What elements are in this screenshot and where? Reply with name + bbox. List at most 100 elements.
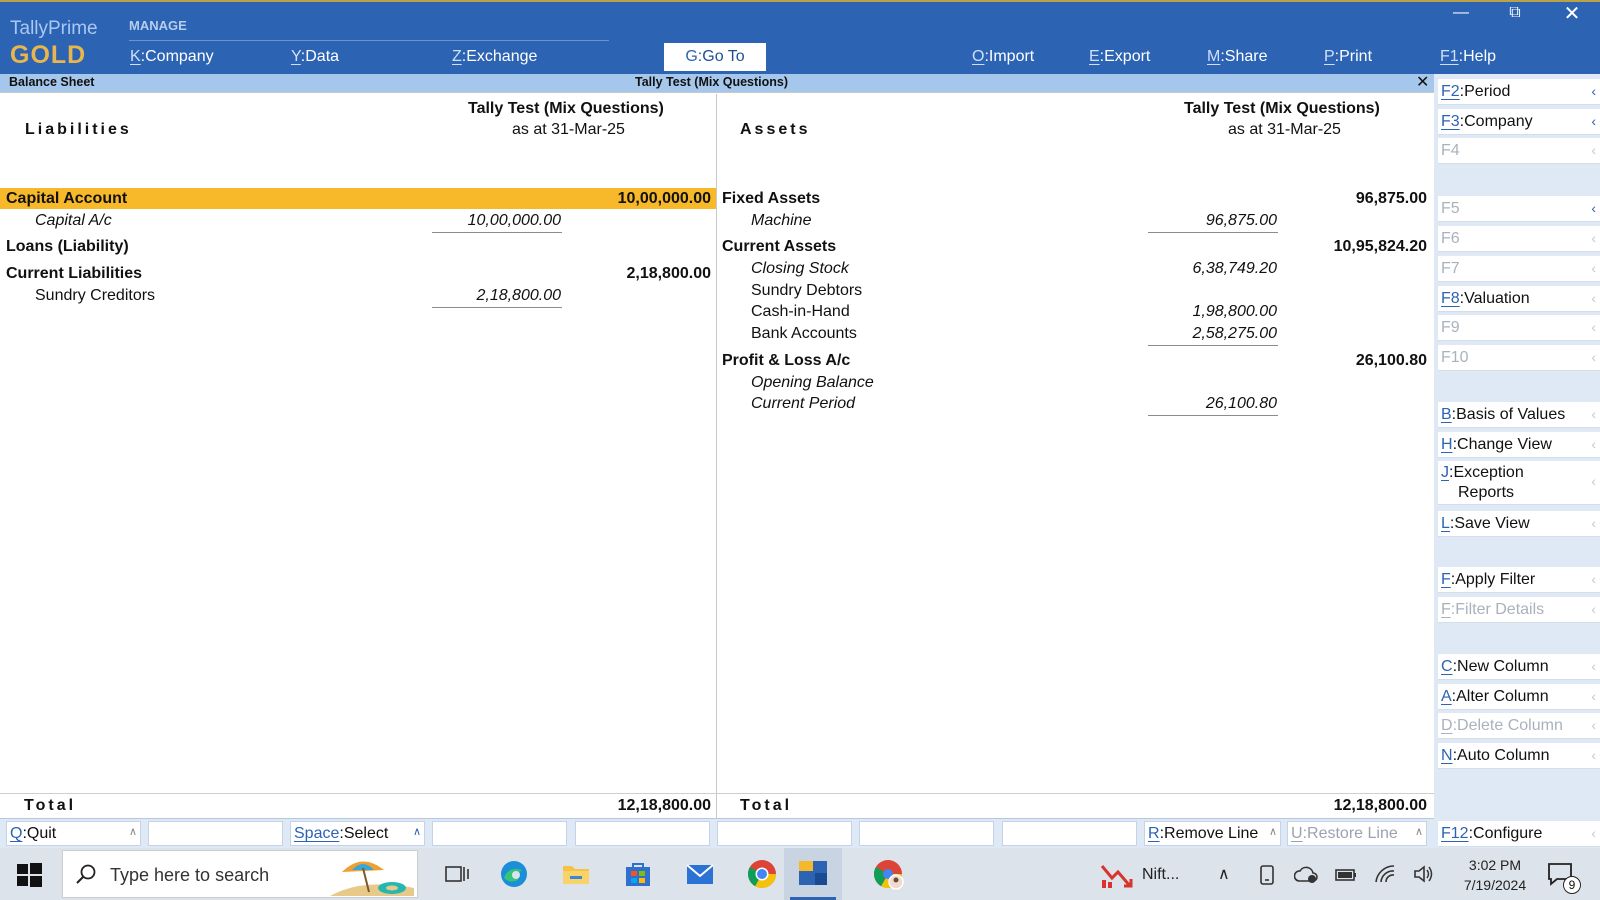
ledger-closing-stock[interactable]: Closing Stock [751,260,849,278]
f5-button: F5 ‹ [1438,196,1600,222]
current-period-value: 26,100.80 [1205,395,1277,412]
capital-ac-value: 10,00,000.00 [467,212,561,229]
group-capital-account[interactable]: Capital Account [6,190,127,208]
ledger-machine[interactable]: Machine [751,212,811,230]
menu-label: Company [145,48,214,65]
report-name: Balance Sheet [9,75,95,89]
mail-icon[interactable] [684,858,716,890]
period-button[interactable]: F2:Period ‹ [1438,79,1600,105]
machine-value: 96,875.00 [1205,212,1277,229]
ledger-capital-ac[interactable]: Capital A/c [35,212,112,230]
chevron-up-icon[interactable]: ∧ [1218,864,1230,884]
file-explorer-icon[interactable] [560,858,592,890]
minimize-icon[interactable]: — [1447,4,1475,22]
menu-export[interactable]: E:Export [1089,48,1150,66]
company-button[interactable]: F3:Company ‹ [1438,109,1600,135]
button-label: New Column [1457,658,1549,675]
tablet-icon[interactable] [1257,864,1277,886]
f6-button: F6 ‹ [1438,226,1600,252]
basis-of-values-button[interactable]: B:Basis of Values ‹ [1438,402,1600,428]
stock-chart-icon[interactable] [1100,860,1134,890]
chevron-left-icon: ‹ [1591,747,1596,763]
apply-filter-button[interactable]: F:Apply Filter ‹ [1438,567,1600,593]
button-label: Reports [1458,484,1515,501]
key-hint: F [1441,601,1451,618]
restore-line-button[interactable]: U:Restore Line ∧ [1287,821,1427,846]
chevron-left-icon: ‹ [1591,515,1596,531]
change-view-button[interactable]: H:Change View ‹ [1438,432,1600,458]
clock-time: 3:02 PM [1468,857,1522,873]
group-fixed-assets[interactable]: Fixed Assets [722,190,820,208]
menu-label: Exchange [466,48,538,65]
task-view-icon[interactable] [440,858,472,890]
group-loans-liability[interactable]: Loans (Liability) [6,238,129,256]
key-hint: F3 [1441,113,1460,130]
battery-icon[interactable] [1334,866,1358,884]
group-current-liabilities[interactable]: Current Liabilities [6,265,142,283]
ledger-opening-balance[interactable]: Opening Balance [751,374,874,392]
system-clock[interactable]: 3:02 PM 7/19/2024 [1455,855,1535,895]
chevron-left-icon: ‹ [1591,83,1596,99]
ledger-cash-in-hand[interactable]: Cash-in-Hand [751,303,850,321]
menu-exchange[interactable]: Z:Exchange [452,48,537,66]
empty-button [1002,821,1137,846]
button-label: Auto Column [1457,747,1550,764]
menu-import[interactable]: O:Import [972,48,1034,66]
select-button[interactable]: Space:Select ∧ [290,821,425,846]
new-column-button[interactable]: C:New Column ‹ [1438,654,1600,680]
auto-column-button[interactable]: N:Auto Column ‹ [1438,743,1600,769]
key-hint: F5 [1441,200,1460,217]
chrome-profile-icon[interactable] [872,858,904,890]
valuation-button[interactable]: F8:Valuation ‹ [1438,286,1600,312]
chevron-left-icon: ‹ [1591,290,1596,306]
menu-label: Export [1104,48,1151,65]
group-profit-loss[interactable]: Profit & Loss A/c [722,352,850,370]
save-view-button[interactable]: L:Save View ‹ [1438,511,1600,537]
button-label: Change View [1457,436,1552,453]
ledger-current-period[interactable]: Current Period [751,395,855,413]
button-label: Company [1464,113,1533,130]
empty-button [575,821,710,846]
menu-label: Data [305,48,340,65]
wifi-icon[interactable] [1374,864,1396,884]
configure-button[interactable]: F12:Configure ‹ [1438,821,1600,847]
delete-column-button: D:Delete Column ‹ [1438,713,1600,739]
group-current-assets[interactable]: Current Assets [722,238,836,256]
restore-icon[interactable]: ⧉ [1501,4,1529,22]
key-hint: A [1441,688,1452,705]
menu-company[interactable]: K:Company [130,48,214,66]
tallyprime-taskbar-icon[interactable] [797,857,829,889]
chevron-left-icon: ‹ [1591,601,1596,617]
volume-icon[interactable] [1412,864,1434,884]
remove-line-button[interactable]: R:Remove Line ∧ [1144,821,1281,846]
ledger-sundry-creditors[interactable]: Sundry Creditors [35,287,155,305]
bank-accounts-value: 2,58,275.00 [1192,325,1277,342]
chevron-left-icon: ‹ [1591,349,1596,365]
caret-up-icon: ∧ [128,826,137,838]
menu-key: Z [452,48,462,65]
company-title: Tally Test (Mix Questions) [635,75,789,89]
key-hint: D [1441,717,1453,734]
left-total-label: Total [24,797,77,814]
windows-start-icon[interactable] [14,860,44,890]
microsoft-store-icon[interactable] [622,858,654,890]
edge-browser-icon[interactable] [498,858,530,890]
menu-share[interactable]: M:Share [1207,48,1267,66]
chrome-icon[interactable] [746,858,778,890]
close-report-icon[interactable]: ✕ [1416,72,1429,92]
chevron-left-icon: ‹ [1591,319,1596,335]
menu-print[interactable]: P:Print [1324,48,1372,66]
menu-goto[interactable]: G:Go To [664,43,766,71]
button-label: Alter Column [1456,688,1549,705]
notification-count-badge: 9 [1563,876,1581,894]
menu-help[interactable]: F1:Help [1440,48,1496,66]
exception-reports-button[interactable]: J:Exception Reports ‹ [1438,461,1600,505]
alter-column-button[interactable]: A:Alter Column ‹ [1438,684,1600,710]
sundry-creditors-value: 2,18,800.00 [476,287,561,304]
ledger-sundry-debtors[interactable]: Sundry Debtors [751,282,862,300]
quit-button[interactable]: Q:Quit ∧ [6,821,141,846]
close-window-icon[interactable]: ✕ [1558,1,1586,26]
onedrive-icon[interactable] [1294,865,1318,885]
ledger-bank-accounts[interactable]: Bank Accounts [751,325,857,343]
menu-data[interactable]: Y:Data [291,48,339,66]
